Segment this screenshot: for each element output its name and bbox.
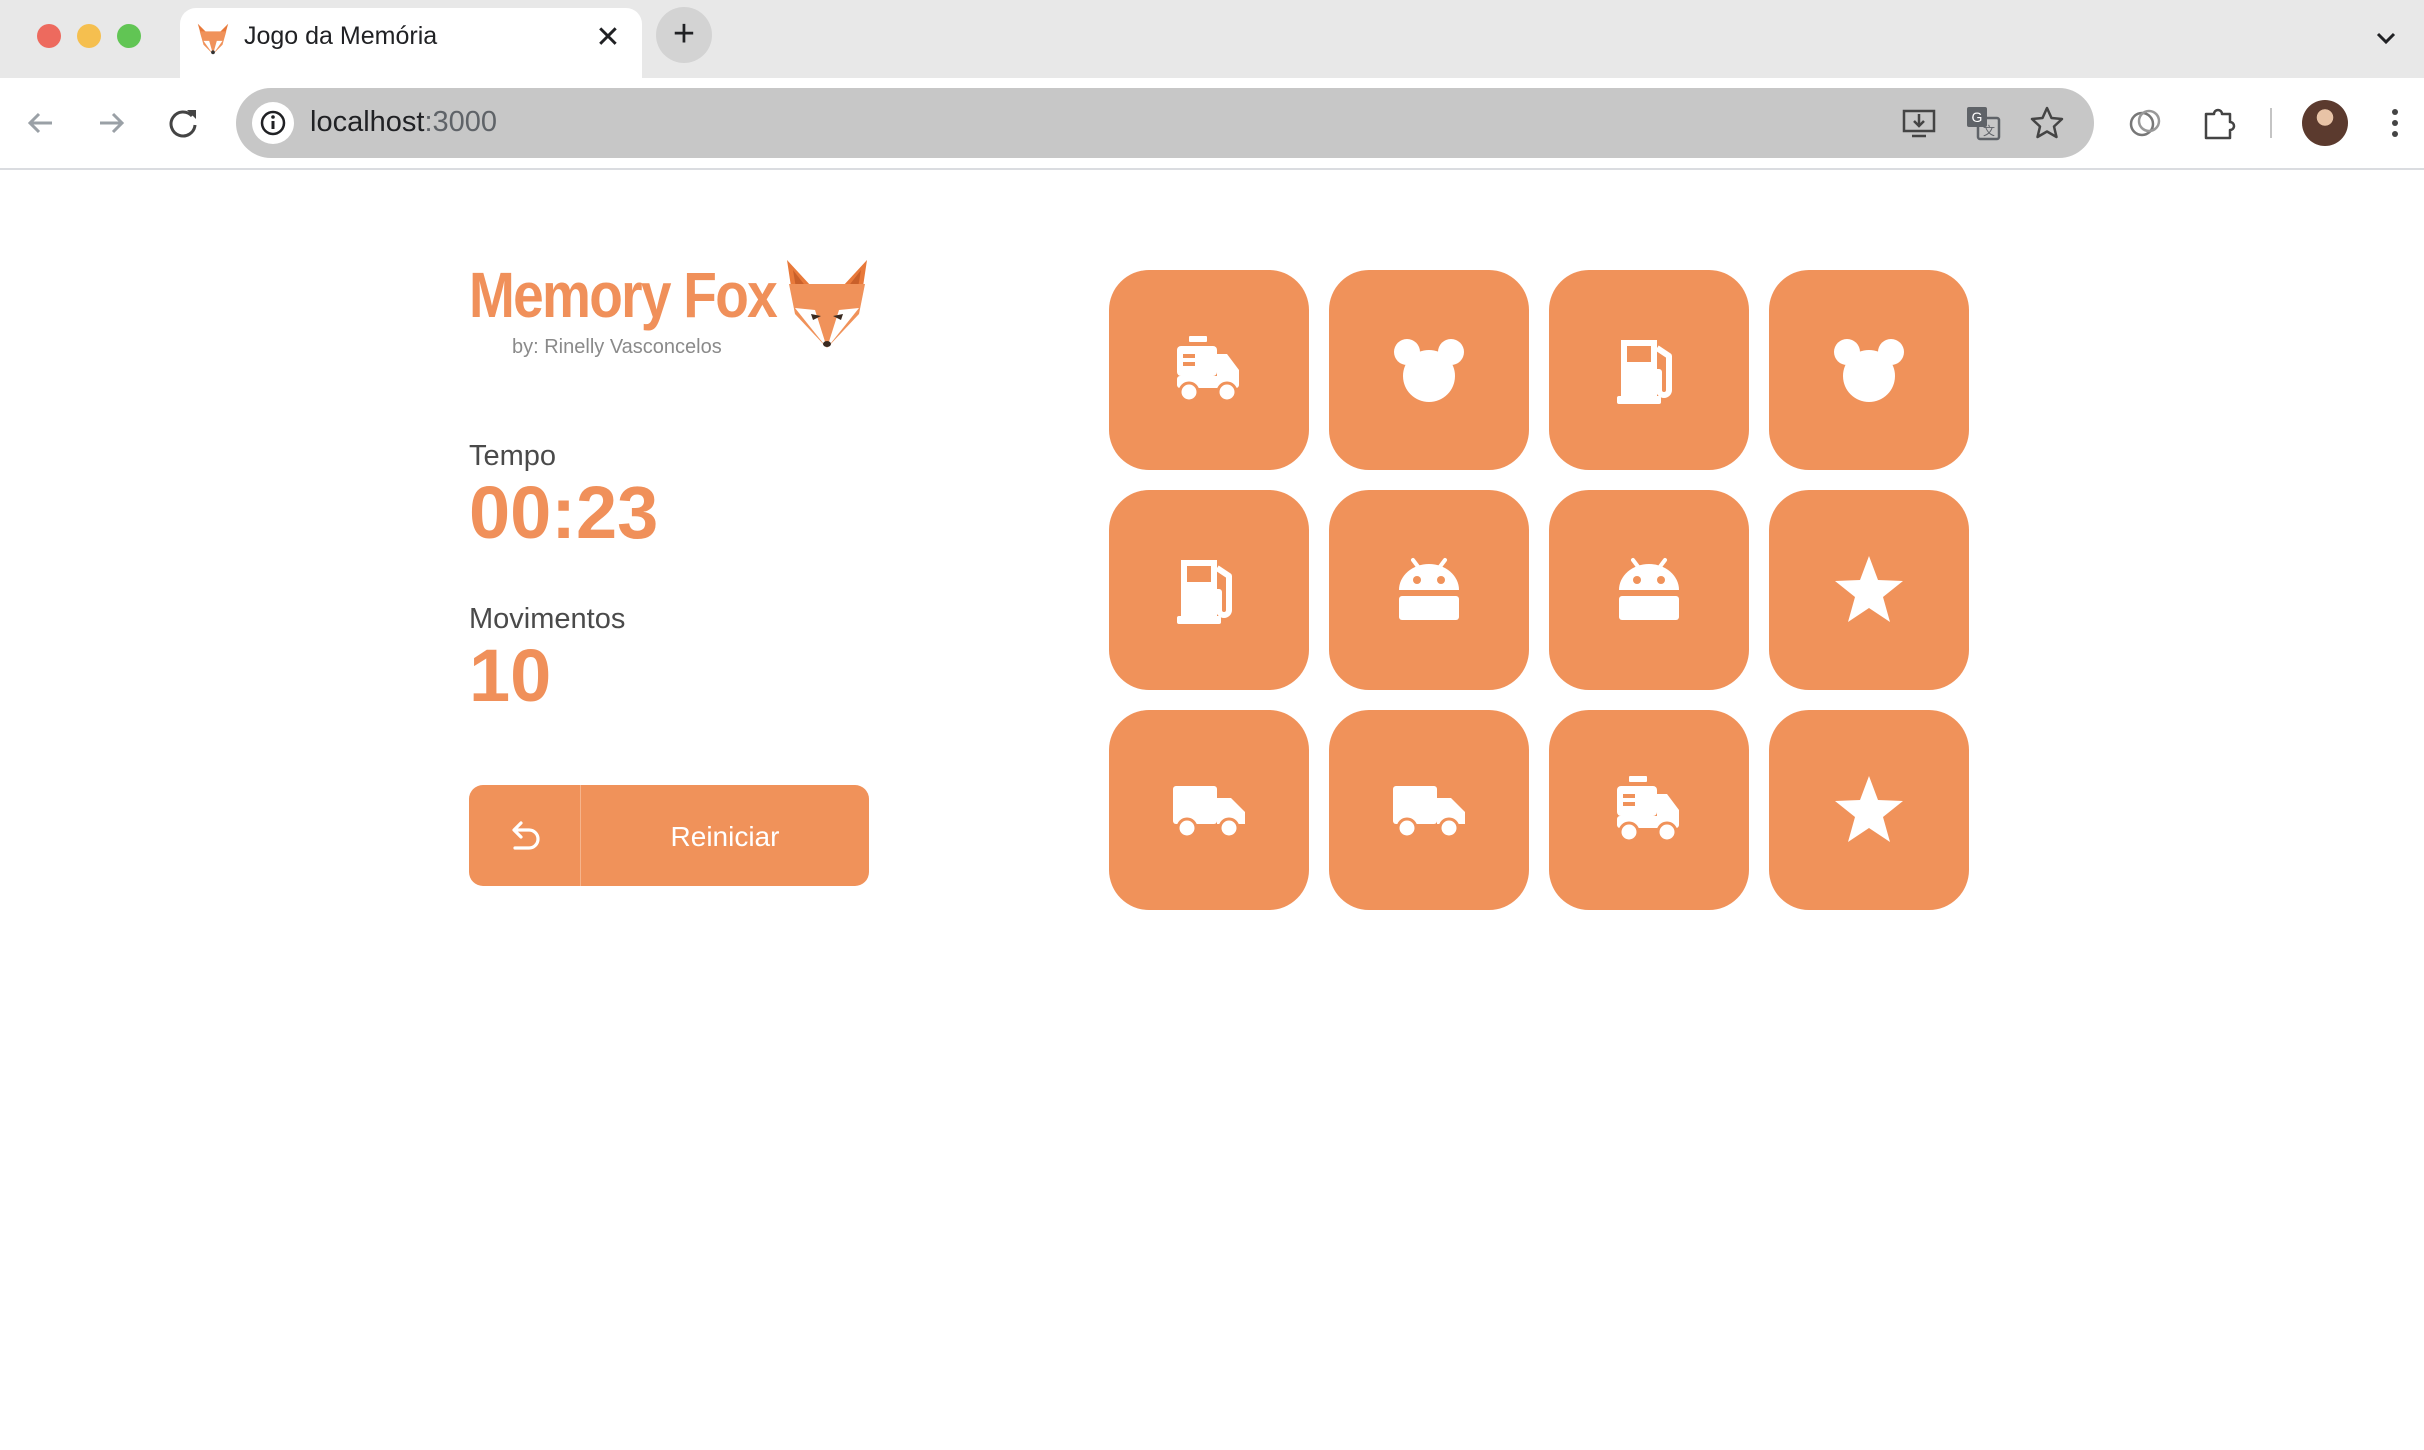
gas-pump-icon <box>1177 560 1232 624</box>
page-content: Memory Fox by: Rinelly Vasconcelos Tempo… <box>0 170 2424 1450</box>
back-arrow-icon[interactable] <box>18 100 64 146</box>
memory-card[interactable] <box>1329 490 1529 690</box>
card-grid <box>0 170 2424 1450</box>
memory-card[interactable] <box>1549 710 1749 910</box>
browser-tab[interactable]: Jogo da Memória ✕ <box>180 8 642 78</box>
android-icon <box>1619 558 1679 620</box>
bookmark-star-icon[interactable] <box>2028 104 2066 142</box>
fox-icon <box>197 23 229 55</box>
browser-tab-bar: Jogo da Memória ✕ + <box>0 0 2424 78</box>
close-tab-icon[interactable]: ✕ <box>590 20 626 56</box>
mouse-ears-icon <box>1394 339 1464 402</box>
delivery-truck-icon <box>1173 786 1245 839</box>
memory-card[interactable] <box>1329 710 1529 910</box>
memory-card[interactable] <box>1109 710 1309 910</box>
install-app-icon[interactable] <box>1900 104 1938 142</box>
more-menu-icon[interactable] <box>2380 100 2410 146</box>
tanker-truck-icon <box>1617 776 1679 843</box>
memory-card[interactable] <box>1109 490 1309 690</box>
browser-toolbar: localhost:3000 G 文 <box>0 78 2424 170</box>
mouse-ears-icon <box>1834 339 1904 402</box>
new-tab-button[interactable]: + <box>656 7 712 63</box>
reload-icon[interactable] <box>160 100 206 146</box>
star-icon <box>1835 776 1903 842</box>
delivery-truck-icon <box>1393 786 1465 839</box>
maximize-window-button[interactable] <box>117 24 141 48</box>
profile-avatar[interactable] <box>2302 100 2348 146</box>
forward-arrow-icon[interactable] <box>88 100 134 146</box>
memory-card[interactable] <box>1329 270 1529 470</box>
translate-icon[interactable]: G 文 <box>1964 104 2002 142</box>
memory-card[interactable] <box>1549 270 1749 470</box>
close-window-button[interactable] <box>37 24 61 48</box>
memory-card[interactable] <box>1769 710 1969 910</box>
address-bar[interactable]: localhost:3000 G 文 <box>236 88 2094 158</box>
tanker-truck-icon <box>1177 336 1239 403</box>
minimize-window-button[interactable] <box>77 24 101 48</box>
puzzle-icon[interactable] <box>2196 100 2242 146</box>
memory-card[interactable] <box>1109 270 1309 470</box>
memory-card[interactable] <box>1769 270 1969 470</box>
extension-icon[interactable] <box>2122 100 2168 146</box>
site-info-icon[interactable] <box>252 102 294 144</box>
memory-card[interactable] <box>1549 490 1749 690</box>
memory-card[interactable] <box>1769 490 1969 690</box>
url-text[interactable]: localhost:3000 <box>310 106 497 139</box>
chevron-down-icon[interactable] <box>2368 20 2404 56</box>
svg-text:G: G <box>1972 109 1983 125</box>
android-icon <box>1399 558 1459 620</box>
toolbar-divider <box>2270 108 2272 138</box>
svg-text:文: 文 <box>1983 123 1995 138</box>
tab-title: Jogo da Memória <box>244 22 438 50</box>
gas-pump-icon <box>1617 340 1672 404</box>
star-icon <box>1835 556 1903 622</box>
